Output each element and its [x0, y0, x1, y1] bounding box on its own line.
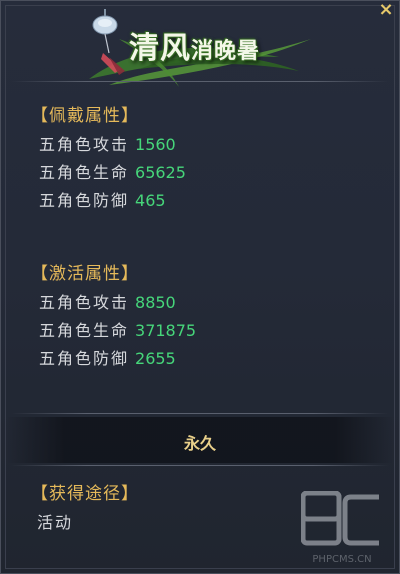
- phpcms-watermark: PHPCMS.CN: [300, 490, 383, 565]
- activation-stat-value: 8850: [135, 293, 176, 312]
- item-tooltip-panel: 清风消晚暑 × 【佩戴属性】 五角色攻击 1560 五角色生命 65625 五角色防…: [0, 0, 400, 574]
- title-area: 清风消晚暑 ×: [1, 1, 400, 93]
- worn-stat-name: 五角色防御: [39, 191, 130, 210]
- title-tail: 消晚暑: [191, 38, 261, 64]
- worn-stat-row: 五角色攻击 1560: [39, 133, 176, 157]
- activation-stat-name: 五角色攻击: [39, 293, 130, 312]
- worn-stat-value: 465: [135, 191, 166, 210]
- title-main: 清风: [129, 31, 191, 66]
- activation-attributes-header: 【激活属性】: [31, 264, 139, 284]
- worn-stat-name: 五角色生命: [39, 163, 130, 182]
- title-divider: [11, 81, 389, 82]
- acquisition-source: 活动: [37, 513, 74, 532]
- worn-stat-row: 五角色防御 465: [39, 189, 166, 213]
- watermark-logo-icon: [300, 490, 379, 546]
- activation-stat-name: 五角色生命: [39, 321, 130, 340]
- activation-stat-value: 371875: [135, 321, 197, 340]
- worn-stat-row: 五角色生命 65625: [39, 161, 186, 185]
- worn-stat-value: 1560: [135, 135, 176, 154]
- duration-label: 永久: [183, 434, 216, 453]
- activation-stat-row: 五角色攻击 8850: [39, 291, 176, 315]
- activation-stat-name: 五角色防御: [39, 349, 130, 368]
- activation-stat-row: 五角色防御 2655: [39, 347, 176, 371]
- activation-stat-row: 五角色生命 371875: [39, 319, 196, 343]
- item-title: 清风消晚暑: [129, 23, 260, 67]
- activation-stat-value: 2655: [135, 349, 176, 368]
- close-button[interactable]: ×: [377, 1, 395, 19]
- worn-stat-value: 65625: [135, 163, 186, 182]
- duration-divider-bottom: [11, 465, 389, 466]
- watermark-caption: PHPCMS.CN: [312, 554, 372, 565]
- worn-attributes-header: 【佩戴属性】: [31, 106, 139, 126]
- duration-divider-top: [11, 413, 389, 414]
- worn-stat-name: 五角色攻击: [39, 135, 130, 154]
- acquisition-header: 【获得途径】: [31, 484, 139, 504]
